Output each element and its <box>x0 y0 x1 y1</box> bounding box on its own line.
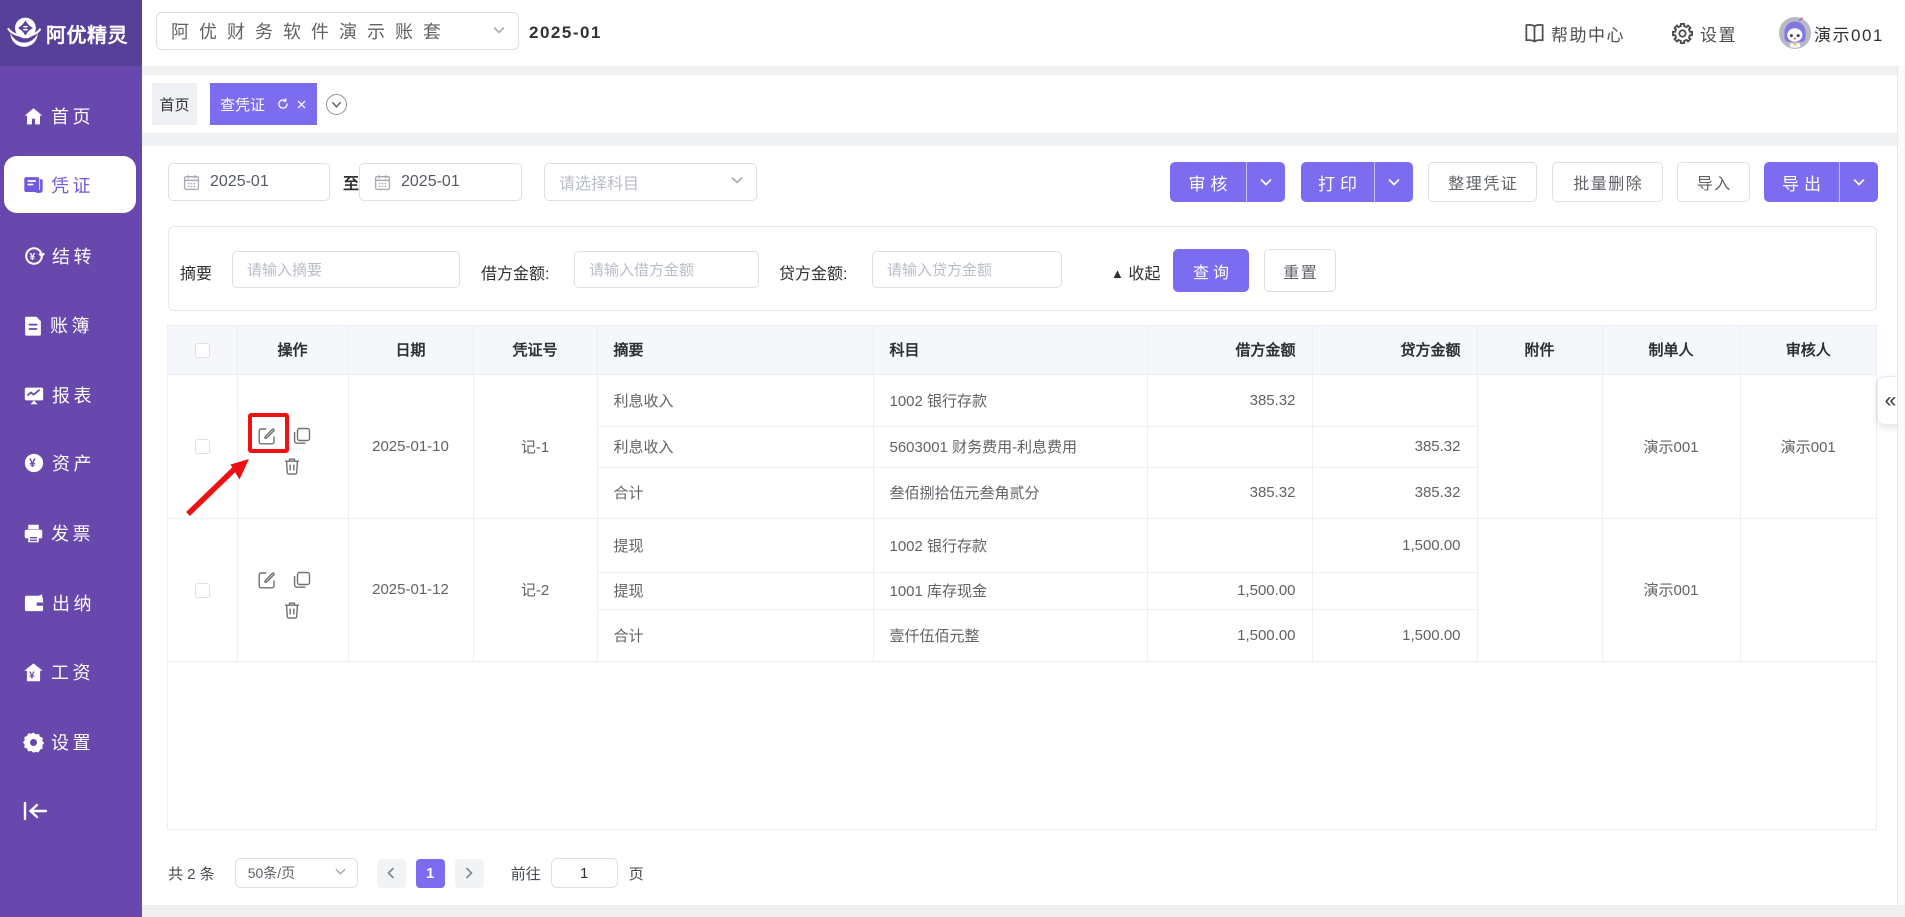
svg-text:¥: ¥ <box>29 456 39 470</box>
svg-text:¥: ¥ <box>29 670 38 681</box>
svg-text:¥: ¥ <box>30 252 39 263</box>
